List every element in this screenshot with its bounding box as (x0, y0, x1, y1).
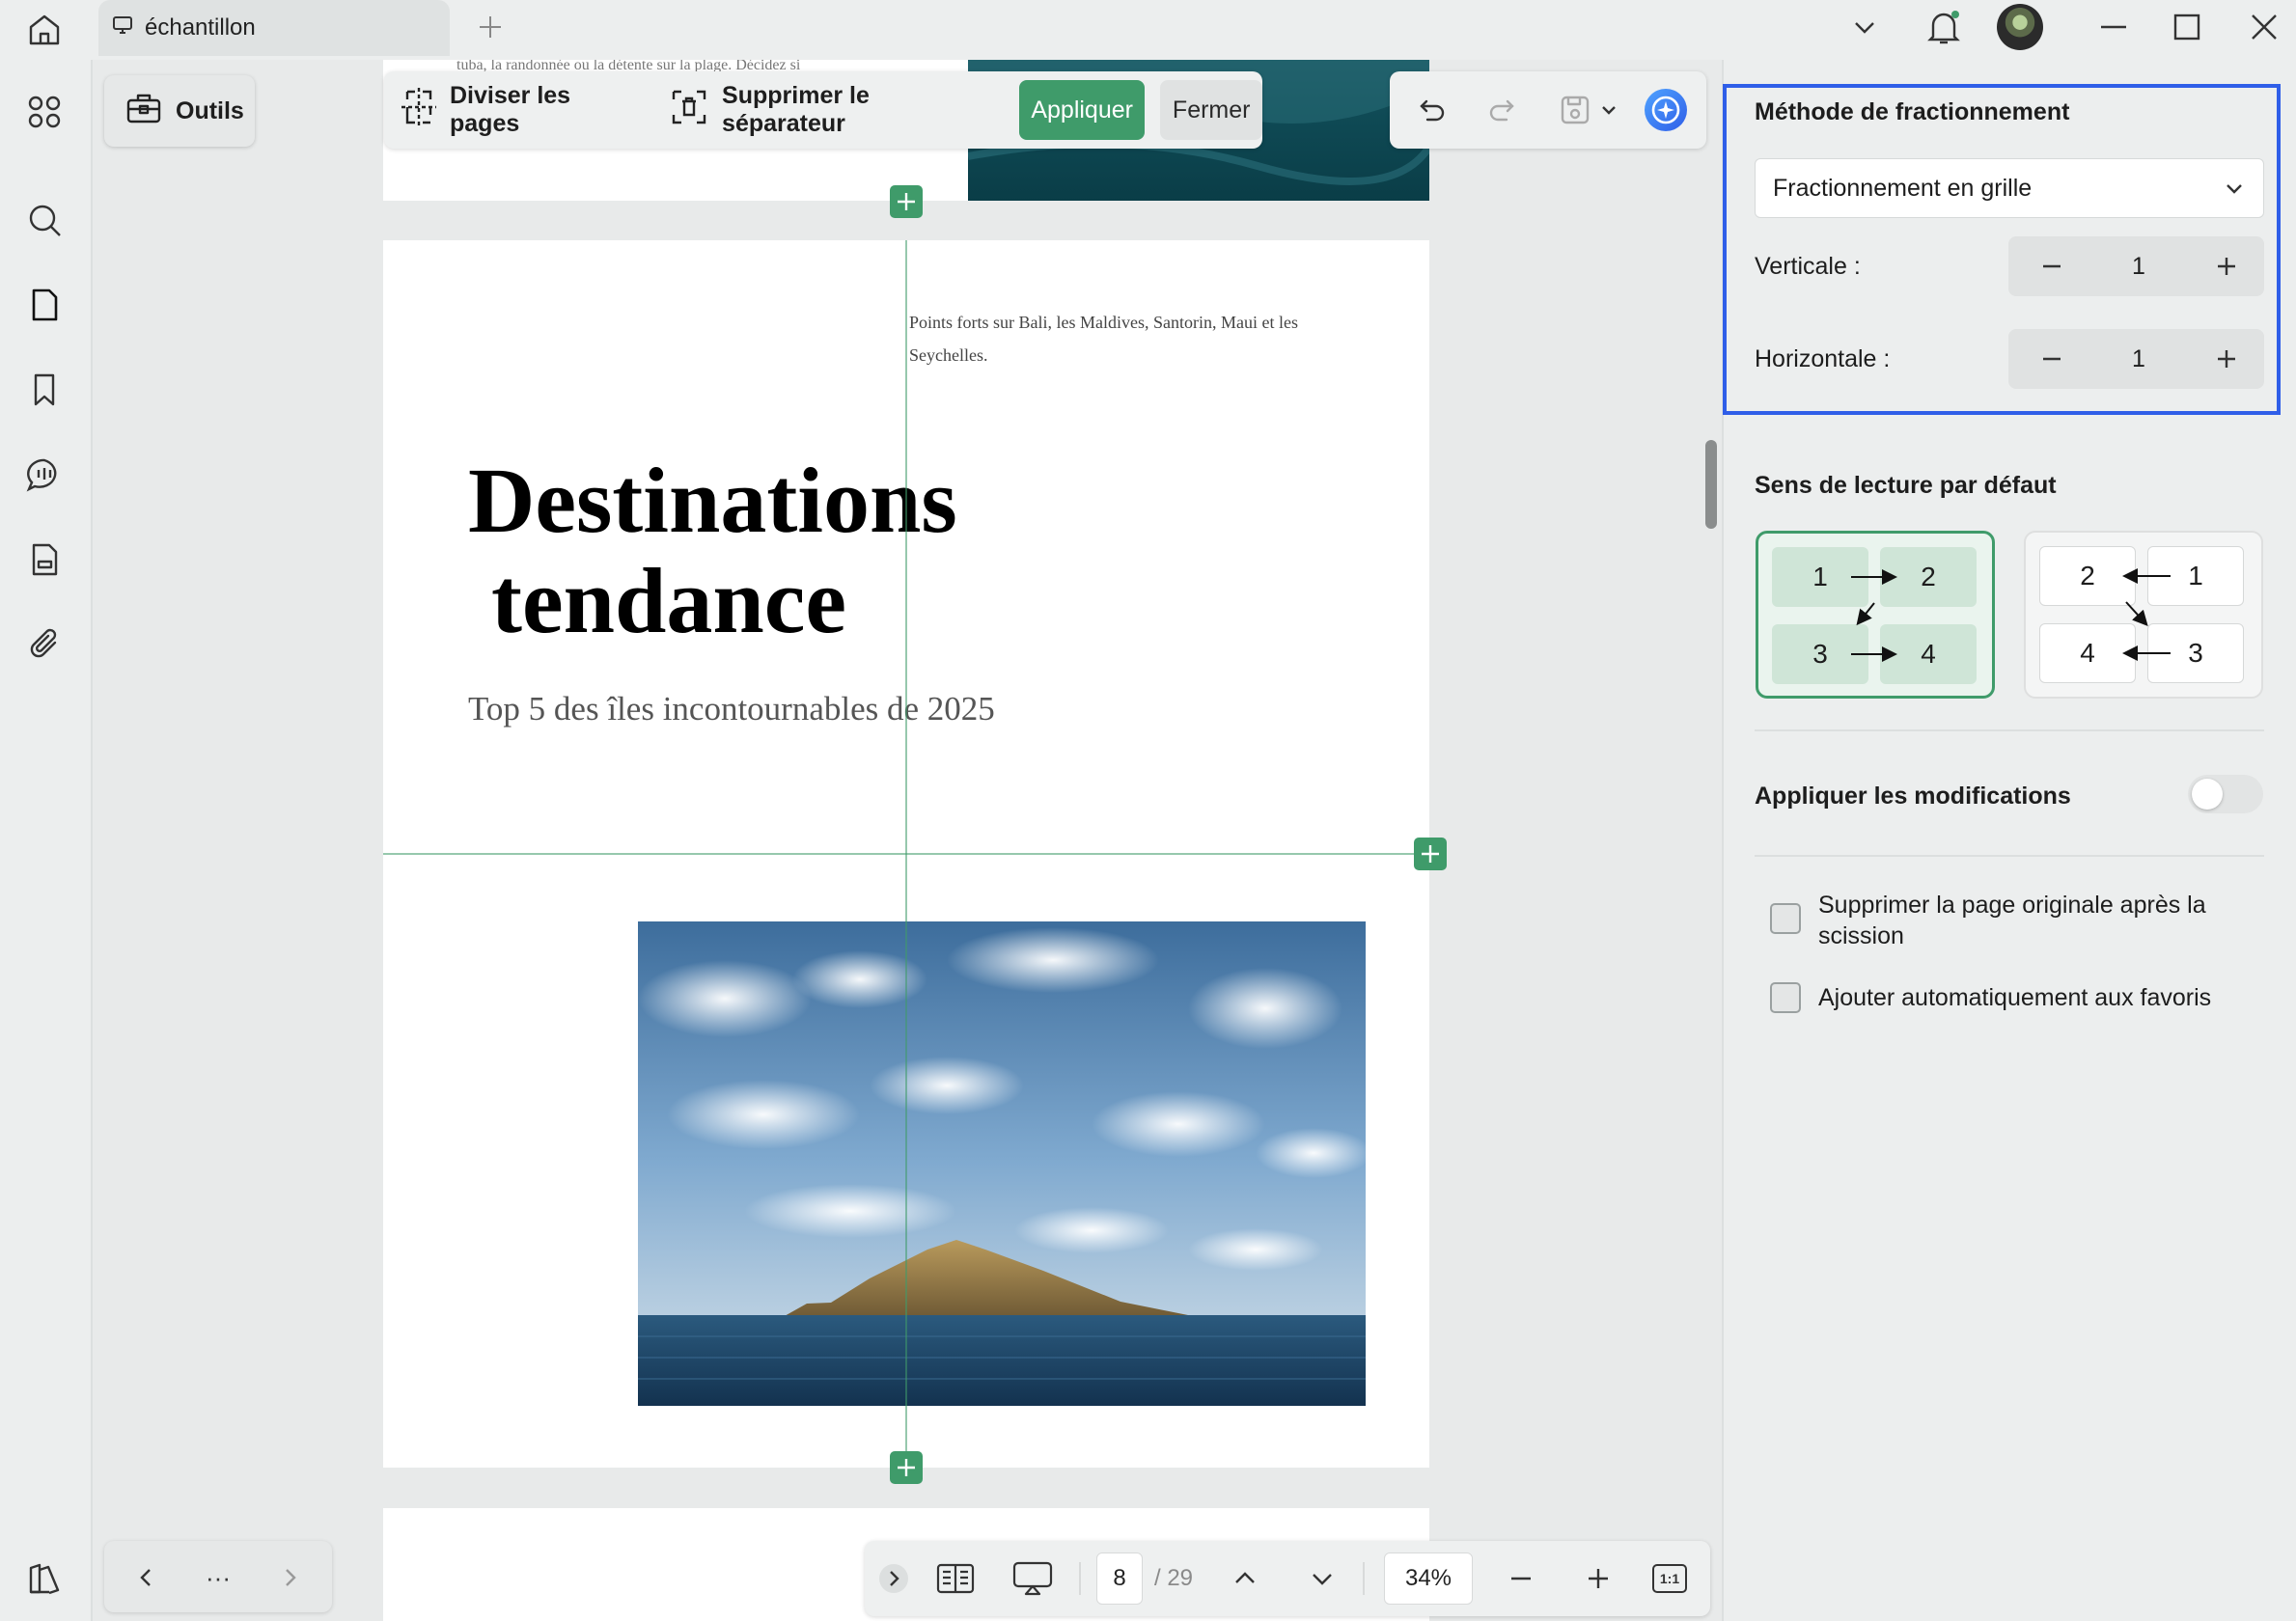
add-separator-top-icon[interactable] (890, 185, 923, 218)
tab-title: échantillon (145, 14, 256, 41)
home-icon[interactable] (19, 6, 69, 54)
island-photo (638, 921, 1366, 1406)
notification-bell-icon[interactable] (1921, 0, 1967, 54)
more-options-button[interactable]: ··· (197, 1556, 239, 1599)
apply-changes-label: Appliquer les modifications (1755, 783, 2071, 810)
tab-doc-icon (112, 14, 133, 42)
page-layout-icon[interactable] (932, 1554, 979, 1603)
apply-changes-toggle[interactable] (2188, 775, 2263, 813)
headline-line-1: Destinations (468, 449, 957, 552)
toolbox-icon (125, 91, 162, 132)
vertical-increment-icon[interactable] (2204, 244, 2249, 288)
horizontal-decrement-icon[interactable] (2030, 337, 2074, 381)
undo-icon[interactable] (1409, 87, 1455, 133)
page-thumbnail-icon[interactable] (21, 282, 68, 328)
zoom-out-icon[interactable] (1500, 1554, 1542, 1603)
horizontal-split-guide[interactable] (383, 853, 1429, 855)
redo-icon[interactable] (1479, 87, 1525, 133)
delete-original-label: Supprimer la page originale après la sci… (1818, 892, 2206, 949)
headline-line-2: tendance (491, 549, 846, 652)
page-subtitle: Top 5 des îles incontournables de 2025 (468, 690, 995, 728)
new-tab-icon[interactable] (471, 8, 510, 46)
split-toolbar: Diviser les pages Supprimer le séparateu… (384, 71, 1262, 149)
zoom-level-input[interactable]: 34% (1384, 1552, 1473, 1605)
reading-order-ltr-arrows (1851, 569, 1897, 662)
horizontal-stepper: 1 (2008, 329, 2264, 389)
previous-page-icon[interactable] (1224, 1554, 1266, 1603)
form-icon[interactable] (21, 536, 68, 583)
edit-toolbar (1390, 71, 1706, 149)
reading-order-ltr-option[interactable]: 1 2 3 4 (1756, 531, 1995, 699)
vertical-value[interactable]: 1 (2105, 236, 2172, 296)
vertical-stepper: 1 (2008, 236, 2264, 296)
remove-separator-label: Supprimer le séparateur (722, 82, 870, 137)
reading-order-heading: Sens de lecture par défaut (1755, 472, 2057, 499)
split-pages-button[interactable]: Diviser les pages (401, 82, 637, 138)
page-headline: Destinations tendance (468, 451, 957, 651)
remove-separator-button[interactable]: Supprimer le séparateur (670, 82, 986, 138)
history-navigation: ··· (104, 1541, 332, 1612)
split-method-heading: Méthode de fractionnement (1755, 98, 2070, 125)
chevron-down-icon (2223, 177, 2246, 206)
reading-order-rtl-option[interactable]: 2 1 4 3 (2024, 531, 2263, 699)
split-pages-icon (401, 87, 436, 133)
remove-separator-icon (670, 88, 708, 133)
save-options-chevron-icon[interactable] (1594, 87, 1623, 133)
theme-icon[interactable] (21, 1555, 68, 1602)
zoom-in-icon[interactable] (1577, 1554, 1619, 1603)
close-window-icon[interactable] (2241, 0, 2287, 54)
apps-grid-icon[interactable] (21, 89, 68, 135)
save-icon[interactable] (1552, 87, 1598, 133)
comment-icon[interactable] (21, 452, 68, 498)
collapse-statusbar-icon[interactable] (874, 1554, 913, 1603)
page-top-note: Points forts sur Bali, les Maldives, San… (909, 313, 1298, 365)
document-tab[interactable]: échantillon (98, 0, 450, 56)
actual-size-button[interactable]: 1:1 (1648, 1554, 1691, 1603)
tools-label: Outils (176, 96, 244, 124)
current-page-input[interactable]: 8 (1096, 1552, 1143, 1605)
add-favorites-label: Ajouter automatiquement aux favoris (1818, 984, 2212, 1011)
search-icon[interactable] (21, 197, 68, 243)
close-button[interactable]: Fermer (1160, 80, 1262, 140)
horizontal-label: Horizontale : (1755, 345, 1891, 372)
reading-order-rtl-arrows (2122, 568, 2171, 661)
delete-original-checkbox[interactable] (1770, 903, 1801, 934)
split-method-value: Fractionnement en grille (1773, 174, 2033, 202)
next-page-icon[interactable] (1301, 1554, 1343, 1603)
tools-button[interactable]: Outils (104, 75, 255, 147)
apply-button[interactable]: Appliquer (1018, 80, 1146, 140)
forward-icon[interactable] (268, 1556, 311, 1599)
chevron-down-icon[interactable] (1843, 0, 1886, 54)
horizontal-value[interactable]: 1 (2105, 329, 2172, 389)
status-bar: 8 / 29 34% 1:1 (865, 1541, 1710, 1616)
bookmark-icon[interactable] (21, 367, 68, 413)
actual-size-label: 1:1 (1652, 1564, 1687, 1593)
add-favorites-checkbox[interactable] (1770, 982, 1801, 1013)
add-separator-right-icon[interactable] (1414, 838, 1447, 870)
ai-assistant-icon[interactable] (1643, 87, 1689, 133)
presentation-icon[interactable] (1010, 1554, 1056, 1603)
vertical-decrement-icon[interactable] (2030, 244, 2074, 288)
add-separator-bottom-icon[interactable] (890, 1451, 923, 1484)
status-divider (1363, 1562, 1365, 1595)
title-bar: échantillon (0, 0, 2296, 60)
attachment-icon[interactable] (21, 621, 68, 668)
minimize-icon[interactable] (2090, 0, 2137, 54)
split-method-select[interactable]: Fractionnement en grille (1755, 158, 2264, 218)
status-divider (1079, 1562, 1081, 1595)
panel-divider (1755, 855, 2264, 857)
horizontal-increment-icon[interactable] (2204, 337, 2249, 381)
split-pages-label: Diviser les pages (450, 82, 571, 137)
vertical-scrollbar[interactable] (1705, 440, 1717, 529)
left-rail (0, 60, 91, 1621)
vertical-label: Verticale : (1755, 253, 1861, 280)
toggle-knob (2192, 779, 2223, 810)
avatar[interactable] (1996, 0, 2044, 54)
maximize-icon[interactable] (2164, 0, 2210, 54)
page-total: / 29 (1154, 1565, 1194, 1591)
panel-divider (1755, 729, 2264, 731)
back-icon[interactable] (125, 1556, 168, 1599)
